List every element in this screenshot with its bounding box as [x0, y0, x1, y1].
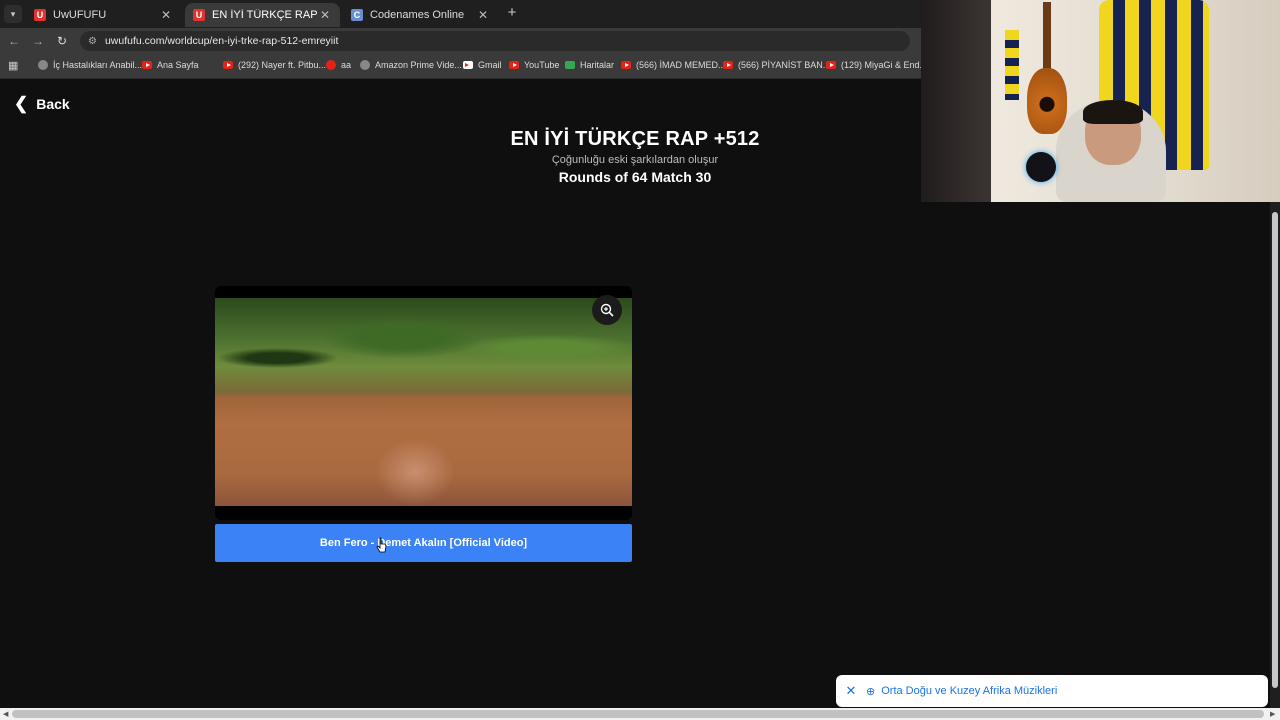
webcam-hair	[1083, 100, 1143, 124]
bookmark-label: Haritalar	[580, 60, 615, 70]
mouse-pointer-icon	[376, 537, 387, 553]
bookmark-label: (129) MiyaGi & End...	[841, 60, 928, 70]
scrollbar-thumb[interactable]	[1272, 212, 1278, 688]
gmail-icon	[463, 61, 473, 69]
back-label: Back	[36, 96, 70, 112]
reload-icon[interactable]: ↻	[54, 33, 70, 49]
youtube-icon	[826, 61, 836, 69]
tab-title: Codenames Online	[370, 9, 465, 21]
youtube-icon	[142, 61, 152, 69]
tab-close-icon[interactable]: ✕	[159, 8, 173, 22]
site-info-icon[interactable]: ⚙	[88, 36, 97, 47]
bookmark-item[interactable]: Ana Sayfa	[142, 60, 199, 70]
address-bar-row: ← → ↻ ⚙ uwufufu.com/worldcup/en-iyi-trke…	[0, 28, 921, 54]
tab-title: UwUFUFU	[53, 9, 107, 21]
bookmark-item[interactable]: aa	[326, 60, 351, 70]
tab-close-icon[interactable]: ✕	[476, 8, 490, 22]
tab-codenames[interactable]: C Codenames Online ✕	[343, 3, 498, 27]
video-reflection	[375, 438, 455, 506]
bookmark-label: YouTube	[524, 60, 560, 70]
circle-icon	[326, 60, 336, 70]
bookmark-label: Amazon Prime Vide...	[375, 60, 462, 70]
bookmark-item[interactable]: Gmail	[463, 60, 502, 70]
bookmark-item[interactable]: (566) PİYANİST BAN...	[723, 60, 830, 70]
notification-toast[interactable]: ✕ ⊕ Orta Doğu ve Kuzey Afrika Müzikleri	[836, 675, 1268, 707]
maps-icon	[565, 61, 575, 69]
bookmark-label: (566) İMAD MEMED...	[636, 60, 726, 70]
toast-label: Orta Doğu ve Kuzey Afrika Müzikleri	[881, 685, 1058, 697]
bookmark-label: (566) PİYANİST BAN...	[738, 60, 831, 70]
chevron-left-icon: ❮	[14, 94, 29, 113]
worldcup-header: EN İYİ TÜRKÇE RAP +512 Çoğunluğu eski şa…	[420, 128, 850, 185]
scroll-left-arrow-icon[interactable]: ◀	[3, 710, 8, 718]
uwufufu-favicon-icon: U	[193, 9, 205, 21]
url-text: uwufufu.com/worldcup/en-iyi-trke-rap-512…	[104, 35, 339, 47]
video-card	[215, 286, 632, 520]
plus-circle-icon: ⊕	[866, 685, 876, 698]
webcam-shadow	[921, 0, 991, 202]
tab-title: EN İYİ TÜRKÇE RAP +512 | UwU	[212, 9, 318, 21]
codenames-favicon-icon: C	[351, 9, 363, 21]
bookmark-item[interactable]: (566) İMAD MEMED...	[621, 60, 726, 70]
youtube-icon	[509, 61, 519, 69]
browser-tab-strip: ▾ U UwUFUFU ✕ U EN İYİ TÜRKÇE RAP +512 |…	[0, 0, 921, 28]
page-title: EN İYİ TÜRKÇE RAP +512	[510, 128, 760, 150]
tab-en-iyi-turkce-rap[interactable]: U EN İYİ TÜRKÇE RAP +512 | UwU ✕	[185, 3, 340, 27]
back-link[interactable]: ❮ Back	[14, 94, 70, 114]
webcam-overlay	[921, 0, 1280, 202]
forward-arrow-icon[interactable]: →	[30, 33, 46, 49]
webcam-guitar	[1027, 68, 1067, 134]
bookmark-label: aa	[341, 60, 352, 70]
bookmark-item[interactable]: (292) Nayer ft. Pitbu...	[223, 60, 326, 70]
globe-icon	[360, 60, 370, 70]
uwufufu-favicon-icon: U	[34, 9, 46, 21]
youtube-icon	[621, 61, 631, 69]
scrollbar-thumb[interactable]	[12, 710, 1264, 718]
url-field[interactable]: ⚙ uwufufu.com/worldcup/en-iyi-trke-rap-5…	[80, 31, 910, 51]
bookmark-item[interactable]: YouTube	[509, 60, 559, 70]
circle-icon	[38, 60, 48, 70]
bookmark-item[interactable]: Amazon Prime Vide...	[360, 60, 462, 70]
bookmark-label: İç Hastalıkları Anabil...	[53, 60, 143, 70]
page-subtitle: Çoğunluğu eski şarkılardan oluşur	[551, 154, 719, 166]
scroll-right-arrow-icon[interactable]: ▶	[1270, 710, 1275, 718]
bookmark-item[interactable]: İç Hastalıkları Anabil...	[38, 60, 142, 70]
youtube-icon	[723, 61, 733, 69]
back-arrow-icon[interactable]: ←	[6, 33, 22, 49]
zoom-in-icon[interactable]	[592, 295, 622, 325]
video-thumbnail[interactable]	[215, 298, 632, 506]
video-trees	[215, 298, 632, 398]
youtube-icon	[223, 61, 233, 69]
tab-search-chevron-icon[interactable]: ▾	[4, 5, 22, 23]
webcam-scarf	[1005, 30, 1019, 100]
tab-close-icon[interactable]: ✕	[318, 8, 332, 22]
bookmark-item[interactable]: Haritalar	[565, 60, 614, 70]
bookmark-item[interactable]: (129) MiyaGi & End...	[826, 60, 927, 70]
close-icon[interactable]: ✕	[836, 683, 866, 699]
bookmark-label: Gmail	[478, 60, 502, 70]
tab-uwufufu[interactable]: U UwUFUFU ✕	[26, 3, 181, 27]
webcam-guitar-neck	[1043, 2, 1051, 72]
bookmark-label: (292) Nayer ft. Pitbu...	[238, 60, 327, 70]
bookmarks-bar: ▦ İç Hastalıkları Anabil... Ana Sayfa (2…	[0, 54, 927, 79]
apps-grid-icon[interactable]: ▦	[8, 60, 20, 72]
bookmark-label: Ana Sayfa	[157, 60, 199, 70]
new-tab-plus-icon[interactable]: +	[504, 5, 520, 21]
horizontal-scrollbar[interactable]: ◀ ▶	[0, 708, 1280, 720]
choice-button[interactable]: Ben Fero - Demet Akalın [Official Video]	[215, 524, 632, 562]
round-label: Rounds of 64 Match 30	[558, 169, 712, 185]
webcam-microphone	[1026, 152, 1056, 182]
vertical-scrollbar[interactable]	[1270, 202, 1280, 708]
